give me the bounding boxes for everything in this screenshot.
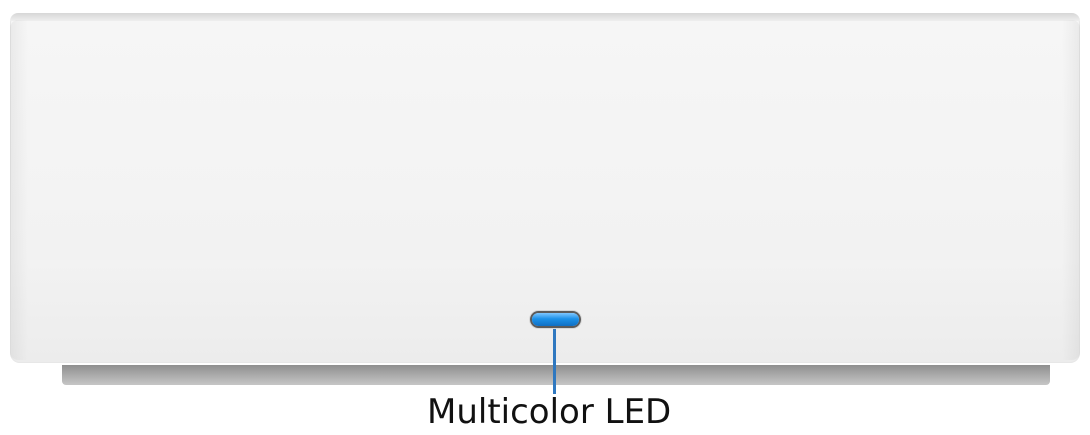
callout-label: Multicolor LED: [427, 392, 672, 432]
router-top-edge: [10, 13, 1080, 21]
router-front-panel: [10, 13, 1080, 363]
device-diagram: Multicolor LED: [0, 0, 1090, 435]
router-left-edge: [10, 20, 28, 360]
multicolor-led-indicator: [532, 313, 579, 326]
router-right-edge: [1062, 20, 1080, 360]
router-base: [62, 365, 1050, 385]
callout-leader-line: [553, 329, 556, 394]
